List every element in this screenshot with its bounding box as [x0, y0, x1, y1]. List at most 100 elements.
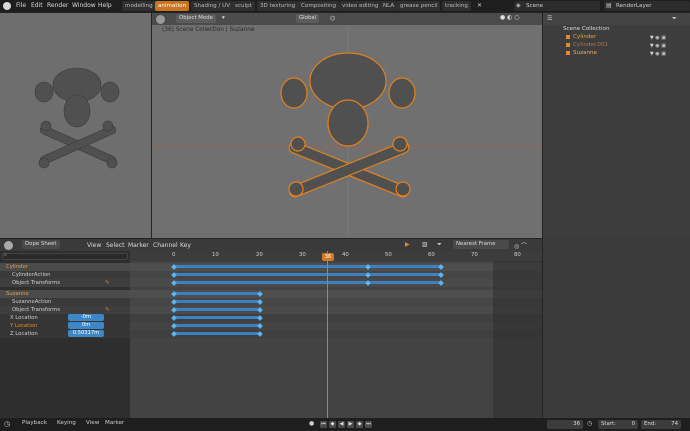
viewport-shading-icons[interactable]: ● ◐ ○ — [500, 14, 520, 21]
snap-icon[interactable]: ⌬ — [330, 15, 335, 22]
footer-menu-playback[interactable]: Playback — [22, 420, 47, 426]
3d-viewport[interactable] — [152, 13, 542, 238]
channel-label: X Location — [10, 315, 38, 321]
channel-action-suzanne[interactable]: SuzanneAction — [0, 298, 130, 306]
footer-menu-keying[interactable]: Keying — [57, 420, 76, 426]
blender-logo-icon[interactable] — [3, 2, 11, 10]
ruler-tick: 40 — [342, 252, 349, 258]
dopesheet-mode-selector[interactable]: Dope Sheet — [22, 240, 60, 249]
current-frame-indicator[interactable]: 36 — [322, 253, 334, 261]
play-button[interactable]: ▶ — [347, 421, 354, 428]
channel-x-location[interactable]: X Location — [0, 314, 130, 322]
dopesheet-editor-icon[interactable] — [4, 241, 13, 250]
outliner-tree: Scene Collection Cylinder ▼ ◉ ▣ Cylinder… — [543, 25, 690, 57]
workspace-tab-sculpt[interactable]: sculpt — [232, 1, 255, 11]
footer-menu-view[interactable]: View — [86, 420, 99, 426]
snap-mode-selector[interactable]: Nearest Frame — [453, 240, 509, 249]
ds-menu-key[interactable]: Key — [180, 242, 191, 249]
suzanne-skull-small — [34, 67, 120, 169]
channel-z-location[interactable]: Z Location — [0, 330, 130, 338]
current-frame-field[interactable]: 36 — [547, 420, 583, 429]
workspace-add-icon[interactable]: ✕ — [477, 2, 482, 9]
next-keyframe-button[interactable]: ◆ — [356, 421, 363, 428]
ds-menu-marker[interactable]: Marker — [128, 242, 149, 249]
workspace-tab-3d-texturing[interactable]: 3D texturing — [257, 1, 299, 11]
workspace-tab-nla[interactable]: NLA — [380, 1, 398, 11]
menu-help[interactable]: Help — [98, 2, 112, 9]
render-layer-icon: ▤ — [606, 2, 612, 9]
visibility-icons[interactable]: ▼ ◉ ▣ — [650, 50, 666, 58]
channel-group-cylinder-transforms[interactable]: Object Transforms ✎ — [0, 279, 130, 287]
menu-file[interactable]: File — [16, 2, 26, 9]
ruler-tick: 0 — [172, 252, 176, 258]
ghost-icon[interactable]: ▧ — [422, 241, 428, 248]
start-value: 0 — [631, 421, 635, 427]
workspace-tab-modelling[interactable]: modelling — [122, 1, 156, 11]
transform-orientation-selector[interactable]: Global — [296, 14, 320, 23]
proportional-edit-icon[interactable]: ◎ ⌒ — [514, 241, 527, 250]
start-frame-field[interactable]: Start: 0 — [598, 420, 638, 429]
outliner-editor-icon[interactable]: ☰ — [547, 15, 552, 22]
channel-object-suzanne[interactable]: Suzanne — [0, 290, 130, 298]
preview-range-icon[interactable]: ◷ — [587, 420, 592, 427]
outliner-item-cylinder-001[interactable]: Cylinder.001 ▼ ◉ ▣ — [543, 41, 690, 49]
jump-end-button[interactable]: ⏭ — [365, 421, 372, 428]
keyframe-hold-bar — [174, 292, 260, 295]
channel-label: SuzanneAction — [12, 299, 52, 305]
channel-search-input[interactable] — [2, 253, 128, 260]
object-icon — [566, 43, 570, 47]
ds-menu-select[interactable]: Select — [106, 242, 125, 249]
workspace-tab-shading[interactable]: Shading / UV — [191, 1, 234, 11]
ds-menu-view[interactable]: View — [87, 242, 101, 249]
properties-panel — [543, 238, 690, 418]
frame-ruler[interactable] — [130, 251, 542, 261]
z-location-value-field[interactable]: 0.50317m — [68, 330, 104, 337]
scene-selector[interactable]: Scene — [514, 1, 600, 11]
workspace-tab-grease-pencil[interactable]: grease pencil — [397, 1, 441, 11]
channel-label: Y Location — [10, 323, 38, 329]
workspace-tab-animation[interactable]: animation — [155, 1, 190, 11]
menu-render[interactable]: Render — [47, 2, 68, 9]
outliner-header — [543, 13, 690, 25]
prev-keyframe-button[interactable]: ◆ — [329, 421, 336, 428]
object-icon — [566, 35, 570, 39]
jump-start-button[interactable]: ⏮ — [320, 421, 327, 428]
outliner-item-cylinder[interactable]: Cylinder ▼ ◉ ▣ — [543, 33, 690, 41]
y-location-value-field[interactable]: 0m — [68, 322, 104, 329]
outliner-item-suzanne[interactable]: Suzanne ▼ ◉ ▣ — [543, 49, 690, 57]
outliner-root-label: Scene Collection — [563, 26, 610, 32]
render-layer-selector[interactable]: RenderLayer — [604, 1, 690, 11]
editor-type-icon[interactable] — [156, 15, 165, 24]
channel-label: Object Transforms — [12, 280, 61, 286]
channel-object-cylinder[interactable]: Cylinder — [0, 263, 130, 271]
workspace-tab-video-editing[interactable]: video editing — [339, 1, 382, 11]
ruler-tick: 60 — [428, 252, 435, 258]
x-location-value-field[interactable]: -0m — [68, 314, 104, 321]
workspace-tab-tracking[interactable]: tracking — [442, 1, 471, 11]
channel-y-location[interactable]: Y Location — [0, 322, 130, 330]
ds-menu-channel[interactable]: Channel — [153, 242, 178, 249]
view-menus-icon[interactable]: ▾ — [222, 15, 225, 21]
end-label: End: — [644, 421, 657, 427]
workspace-tab-compositing[interactable]: Compositing — [298, 1, 340, 11]
mode-selector[interactable]: Object Mode — [176, 14, 216, 23]
camera-viewport[interactable] — [0, 13, 151, 238]
outliner-item-scene-collection[interactable]: Scene Collection — [543, 25, 690, 33]
ruler-tick: 30 — [299, 252, 306, 258]
play-reverse-button[interactable]: ◀ — [338, 421, 345, 428]
timeline-editor-icon[interactable]: ◷ — [4, 420, 10, 428]
keyframe-hold-bar — [174, 265, 441, 268]
filter-icon[interactable]: ⏷ — [437, 241, 442, 249]
menu-window[interactable]: Window — [72, 2, 96, 9]
outliner-item-label: Cylinder.001 — [573, 42, 609, 48]
menu-edit[interactable]: Edit — [31, 2, 43, 9]
channel-group-suzanne-transforms[interactable]: Object Transforms ✎ — [0, 306, 130, 314]
footer-menu-marker[interactable]: Marker — [105, 420, 124, 426]
playhead-line[interactable] — [327, 251, 328, 418]
record-icon[interactable]: ● — [309, 420, 314, 427]
keyframe-hold-bar — [174, 316, 260, 319]
channel-action-cylinder[interactable]: CylinderAction — [0, 271, 130, 279]
outliner-filter-icon[interactable]: ⏷ — [672, 15, 677, 23]
end-frame-field[interactable]: End: 74 — [641, 420, 681, 429]
only-selected-icon[interactable]: ▶ — [405, 241, 410, 248]
